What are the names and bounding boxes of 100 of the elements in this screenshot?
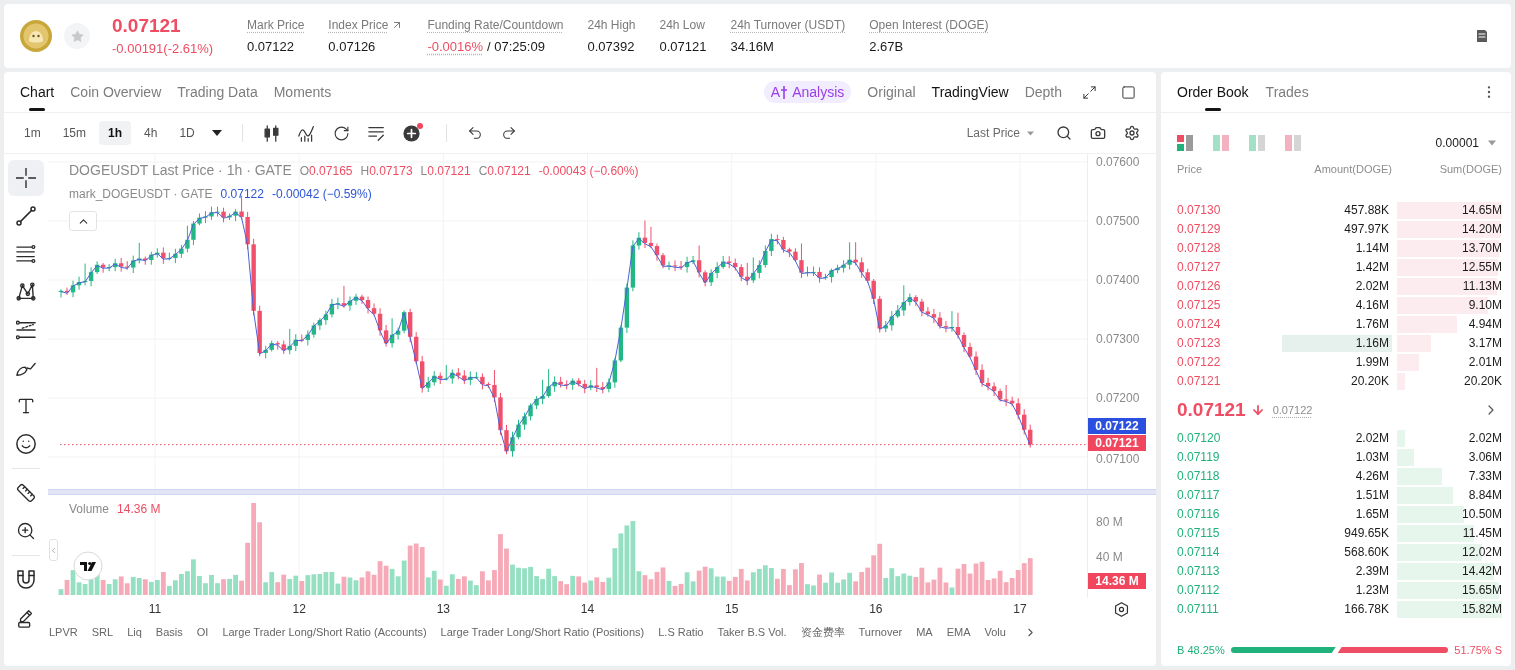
sell-ratio: 51.75% S [1454,644,1502,656]
template-list-icon [367,124,385,142]
price-cell-text: 0.07111 [1177,601,1220,618]
amount-cell-text: 2.39M [1354,563,1390,580]
chart-tab[interactable]: Chart [20,72,55,112]
amount-cell-text: 1.99M [1354,354,1390,371]
precision-select[interactable]: 0.00001 [1435,136,1496,150]
indicator-tab[interactable]: Large Trader Long/Short Ratio (Accounts) [222,625,427,639]
last-price: 0.07121 [112,15,182,37]
candlestick-icon [262,124,280,142]
interval-tab[interactable]: 1h [99,121,132,145]
drawing-tool-button[interactable] [8,160,44,196]
ai-analysis-button[interactable]: A Analysis [763,81,852,103]
price-axis-label: 0.07500 [1096,215,1140,227]
chart-tab[interactable]: Trading Data [177,72,258,112]
chart-tab[interactable]: Coin Overview [70,72,162,112]
indicator-tab[interactable]: MA [916,625,933,639]
book-layout-button[interactable] [1177,135,1193,151]
volume-axis-label: 40 M [1096,551,1123,563]
volume-axis-label: 80 M [1096,516,1123,528]
stat-label: 24h Turnover (USDT) [730,17,846,33]
indicator-tab[interactable]: Turnover [858,625,903,639]
indicator-tab[interactable]: Volu [984,625,1006,639]
pattern-icon [16,282,36,302]
plus-circle-icon [402,124,420,142]
interval-tab[interactable]: 15m [53,121,95,145]
pane-resize-handle[interactable] [48,489,1156,495]
time-axis-label: 12 [292,602,306,616]
sum-cell: 8.84M [1468,487,1502,504]
amount-cell-text: 2.02M [1354,278,1390,295]
funding-rate: -0.0016% [427,38,484,55]
indicator-tab[interactable]: EMA [946,625,971,639]
volume-value: 14.36 M [117,502,161,517]
price-source-select[interactable]: Last Price [966,126,1034,140]
chart-tab[interactable]: Moments [273,72,332,112]
time-axis-label: 13 [436,602,450,616]
caret-down-icon [1027,129,1034,137]
amount-cell-text: 1.42M [1354,259,1390,276]
sum-cell: 14.65M [1461,202,1502,219]
countdown: / 07:25:09 [487,38,545,55]
mark-price-value: 0.07122 [220,187,264,202]
indicator-tab[interactable]: Taker B.S Vol. [717,625,787,639]
hexagon-settings-icon [1114,601,1129,617]
chart-view-tab[interactable]: Original [867,72,916,112]
order-book-tab[interactable]: Trades [1265,72,1309,112]
price-cell-text: 0.07116 [1177,506,1221,523]
chart-view-tab[interactable]: TradingView [931,72,1009,112]
amount-cell-text: 20.20K [1349,373,1390,390]
price-cell-text: 0.07119 [1177,449,1221,466]
price-cell-text: 0.07128 [1177,240,1222,257]
amount-cell-text: 1.03M [1354,449,1390,466]
collapse-legend-button[interactable] [69,211,97,231]
order-book-mark-price: 0.07122 [1272,404,1313,416]
chart-view-tab[interactable]: Depth [1024,72,1062,112]
sum-cell: 2.01M [1468,354,1502,371]
price-cell-text: 0.07124 [1177,316,1222,333]
order-book-tab[interactable]: Order Book [1177,72,1249,112]
book-layout-icon [1285,135,1301,151]
indicator-chart-icon [297,124,315,142]
interval-tab[interactable]: 1m [15,121,50,145]
camera-icon [1090,125,1106,141]
fib-lines-icon [16,320,36,340]
interval-tab[interactable]: 1D [170,121,204,145]
coin-logo-icon [20,20,52,52]
notebook-icon [1475,29,1489,43]
settings-icon [1124,125,1140,141]
sum-cell: 4.94M [1468,316,1502,333]
price-change: -0.00191(-2.61%) [112,41,215,57]
ruler-icon [16,483,36,503]
price-cell-text: 0.07121 [1177,373,1222,390]
sum-cell: 3.17M [1468,335,1502,352]
redo-icon [500,125,517,141]
sum-cell: 3.06M [1468,449,1502,466]
amount-cell-text: 497.97K [1343,221,1390,238]
price-axis-label: 0.07400 [1096,274,1140,286]
indicator-tab[interactable]: Large Trader Long/Short Ratio (Positions) [440,625,645,639]
price-cell-text: 0.07120 [1177,430,1222,447]
index-price-link[interactable]: Index Price [328,17,404,33]
amount-cell-text: 166.78K [1343,601,1390,618]
caret-down-icon [1488,139,1496,147]
notes-button[interactable] [1475,29,1489,43]
stat-label: 24h Low [659,17,705,33]
column-header: Amount(DOGE) [1313,163,1392,175]
side-collapse-handle[interactable] [49,539,58,561]
interval-tab[interactable]: 4h [135,121,167,145]
sum-cell: 9.10M [1468,297,1502,314]
crosshair-icon [16,168,36,188]
price-cell-text: 0.07127 [1177,259,1222,276]
indicator-tab[interactable]: 资金费率 [800,625,845,639]
stat-value: 0.07121 [659,38,707,55]
indicator-tab[interactable]: SRL [91,625,114,639]
indicator-tab[interactable]: Basis [155,625,183,639]
indicator-tab[interactable]: LPVR [49,625,78,639]
stat-value: 34.16M [730,38,774,55]
price-axis-label: 0.07100 [1096,453,1140,465]
indicator-tab[interactable]: Liq [127,625,142,639]
time-axis-label: 16 [869,602,883,616]
book-layout-icon [1249,135,1265,151]
indicator-tab[interactable]: OI [196,625,209,639]
indicator-tab[interactable]: L.S Ratio [658,625,704,639]
